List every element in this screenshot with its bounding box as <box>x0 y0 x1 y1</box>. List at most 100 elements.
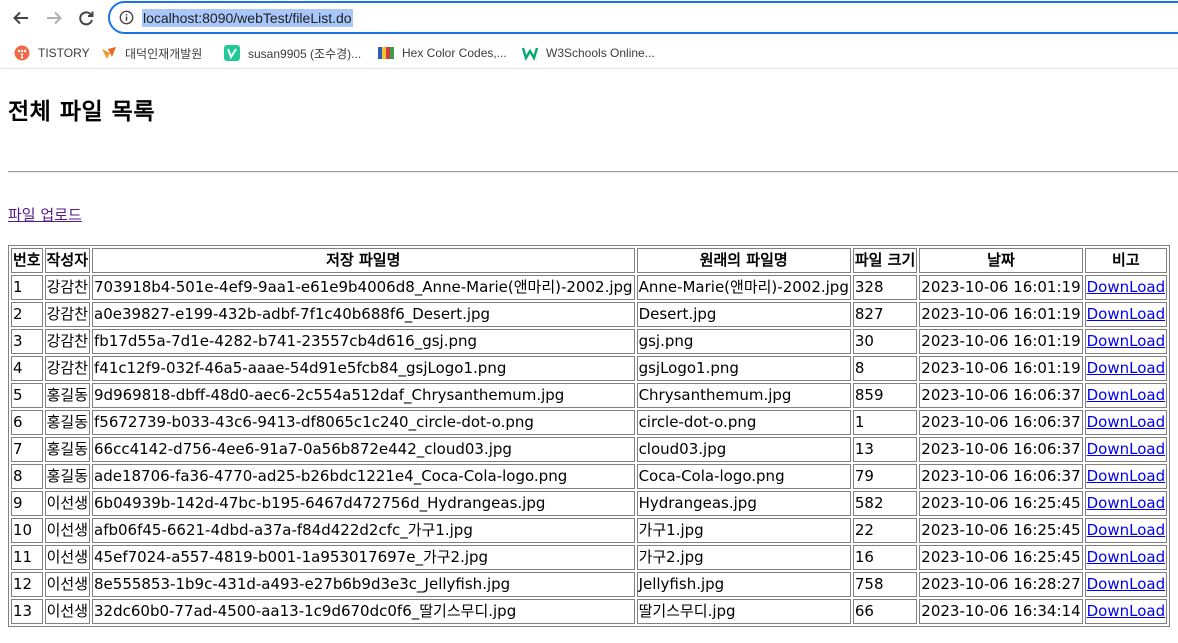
table-row: 7 홍길동 66cc4142-d756-4ee6-91a7-0a56b872e442… <box>11 437 1168 462</box>
download-link[interactable]: DownLoad <box>1087 521 1166 539</box>
header-saved-filename: 저장 파일명 <box>92 248 635 273</box>
cell-file-size: 8 <box>852 356 918 381</box>
table-row: 13 이선생 32dc60b0-77ad-4500-aa13-1c9d670dc0f… <box>11 599 1168 624</box>
cell-date: 2023-10-06 16:34:14 <box>919 599 1083 624</box>
cell-date: 2023-10-06 16:06:37 <box>919 464 1083 489</box>
cell-note: DownLoad <box>1084 464 1168 489</box>
bookmark-w3schools[interactable]: W3Schools Online... <box>521 44 655 62</box>
cell-date: 2023-10-06 16:28:27 <box>919 572 1083 597</box>
cell-file-size: 30 <box>852 329 918 354</box>
download-link[interactable]: DownLoad <box>1087 467 1166 485</box>
download-link[interactable]: DownLoad <box>1087 386 1166 404</box>
download-link[interactable]: DownLoad <box>1087 359 1166 377</box>
cell-date: 2023-10-06 16:25:45 <box>919 545 1083 570</box>
cell-file-size: 13 <box>852 437 918 462</box>
download-link[interactable]: DownLoad <box>1087 413 1166 431</box>
cell-date: 2023-10-06 16:01:19 <box>919 329 1083 354</box>
cell-original-filename: 딸기스무디.jpg <box>636 599 851 624</box>
cell-file-size: 16 <box>852 545 918 570</box>
download-link[interactable]: DownLoad <box>1087 548 1166 566</box>
cell-file-size: 859 <box>852 383 918 408</box>
cell-saved-filename: 6b04939b-142d-47bc-b195-6467d472756d_Hyd… <box>92 491 635 516</box>
cell-original-filename: cloud03.jpg <box>636 437 851 462</box>
browser-toolbar: localhost:8090/webTest/fileList.do <box>0 0 1178 36</box>
cell-original-filename: circle-dot-o.png <box>636 410 851 435</box>
cell-number: 2 <box>11 302 43 327</box>
table-row: 6 홍길동 f5672739-b033-43c6-9413-df8065c1c240… <box>11 410 1168 435</box>
table-row: 9 이선생 6b04939b-142d-47bc-b195-6467d472756d… <box>11 491 1168 516</box>
bookmark-daedeok[interactable]: 대덕인재개발원 <box>101 44 202 62</box>
cell-note: DownLoad <box>1084 383 1168 408</box>
header-date: 날짜 <box>919 248 1083 273</box>
cell-number: 7 <box>11 437 43 462</box>
bookmark-tistory[interactable]: TISTORY <box>14 44 90 62</box>
tistory-icon <box>14 45 30 61</box>
cell-saved-filename: f5672739-b033-43c6-9413-df8065c1c240_cir… <box>92 410 635 435</box>
cell-file-size: 758 <box>852 572 918 597</box>
download-link[interactable]: DownLoad <box>1087 305 1166 323</box>
cell-note: DownLoad <box>1084 599 1168 624</box>
download-link[interactable]: DownLoad <box>1087 575 1166 593</box>
cell-writer: 홍길동 <box>44 383 91 408</box>
cell-note: DownLoad <box>1084 302 1168 327</box>
cell-saved-filename: fb17d55a-7d1e-4282-b741-23557cb4d616_gsj… <box>92 329 635 354</box>
cell-file-size: 1 <box>852 410 918 435</box>
url-text[interactable]: localhost:8090/webTest/fileList.do <box>142 9 353 27</box>
cell-writer: 이선생 <box>44 545 91 570</box>
table-row: 11 이선생 45ef7024-a557-4819-b001-1a953017697… <box>11 545 1168 570</box>
file-upload-link[interactable]: 파일 업로드 <box>8 204 82 225</box>
cell-number: 3 <box>11 329 43 354</box>
cell-original-filename: gsj.png <box>636 329 851 354</box>
cell-original-filename: Anne-Marie(앤마리)-2002.jpg <box>636 275 851 300</box>
reload-button[interactable] <box>74 6 98 30</box>
cell-note: DownLoad <box>1084 491 1168 516</box>
back-button[interactable] <box>9 6 33 30</box>
cell-number: 6 <box>11 410 43 435</box>
download-link[interactable]: DownLoad <box>1087 332 1166 350</box>
cell-writer: 강감찬 <box>44 329 91 354</box>
cell-date: 2023-10-06 16:01:19 <box>919 356 1083 381</box>
bookmark-velog[interactable]: susan9905 (조수경)... <box>224 44 361 62</box>
cell-writer: 홍길동 <box>44 464 91 489</box>
download-link[interactable]: DownLoad <box>1087 494 1166 512</box>
forward-button[interactable] <box>42 6 66 30</box>
cell-writer: 강감찬 <box>44 275 91 300</box>
download-link[interactable]: DownLoad <box>1087 440 1166 458</box>
cell-note: DownLoad <box>1084 329 1168 354</box>
cell-file-size: 827 <box>852 302 918 327</box>
bookmark-label: Hex Color Codes,... <box>402 46 507 60</box>
table-body: 1 강감찬 703918b4-501e-4ef9-9aa1-e61e9b4006d8… <box>11 275 1168 624</box>
address-bar[interactable]: localhost:8090/webTest/fileList.do <box>108 1 1178 34</box>
cell-original-filename: 가구1.jpg <box>636 518 851 543</box>
cell-saved-filename: ade18706-fa36-4770-ad25-b26bdc1221e4_Coc… <box>92 464 635 489</box>
cell-file-size: 582 <box>852 491 918 516</box>
cell-saved-filename: 8e555853-1b9c-431d-a493-e27b6b9d3e3c_Jel… <box>92 572 635 597</box>
cell-writer: 이선생 <box>44 599 91 624</box>
cell-number: 12 <box>11 572 43 597</box>
download-link[interactable]: DownLoad <box>1087 602 1166 620</box>
header-writer: 작성자 <box>44 248 91 273</box>
cell-note: DownLoad <box>1084 275 1168 300</box>
header-file-size: 파일 크기 <box>852 248 918 273</box>
cell-original-filename: Desert.jpg <box>636 302 851 327</box>
file-list-table: 번호 작성자 저장 파일명 원래의 파일명 파일 크기 날짜 비고 1 강감찬 70… <box>8 245 1171 627</box>
cell-saved-filename: 45ef7024-a557-4819-b001-1a953017697e_가구2… <box>92 545 635 570</box>
header-number: 번호 <box>11 248 43 273</box>
bookmark-label: W3Schools Online... <box>546 46 655 60</box>
info-icon[interactable] <box>119 10 134 25</box>
back-arrow-icon <box>13 11 28 25</box>
cell-note: DownLoad <box>1084 410 1168 435</box>
cell-writer: 이선생 <box>44 572 91 597</box>
cell-date: 2023-10-06 16:25:45 <box>919 518 1083 543</box>
table-row: 8 홍길동 ade18706-fa36-4770-ad25-b26bdc1221e4… <box>11 464 1168 489</box>
bookmark-label: TISTORY <box>38 46 90 60</box>
cell-writer: 홍길동 <box>44 410 91 435</box>
cell-number: 4 <box>11 356 43 381</box>
bookmark-label: 대덕인재개발원 <box>125 46 203 61</box>
bookmark-hexcolor[interactable]: Hex Color Codes,... <box>378 44 507 62</box>
download-link[interactable]: DownLoad <box>1087 278 1166 296</box>
daedeok-icon <box>101 45 117 61</box>
cell-file-size: 22 <box>852 518 918 543</box>
cell-saved-filename: afb06f45-6621-4dbd-a37a-f84d422d2cfc_가구1… <box>92 518 635 543</box>
cell-file-size: 79 <box>852 464 918 489</box>
